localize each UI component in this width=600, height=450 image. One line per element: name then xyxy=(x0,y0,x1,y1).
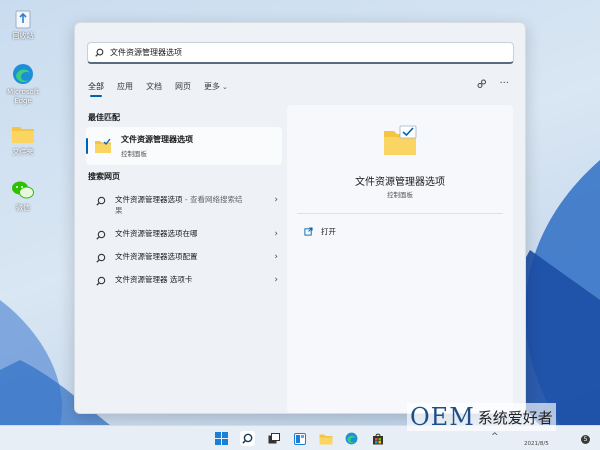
task-view-button[interactable] xyxy=(266,431,281,446)
tab-all[interactable]: 全部 xyxy=(88,81,104,97)
chevron-right-icon: › xyxy=(274,195,278,205)
edge-icon xyxy=(345,432,358,445)
open-button[interactable]: 打开 xyxy=(304,226,336,237)
desktop-icon-label: 文件夹 xyxy=(12,148,34,156)
best-match-item[interactable]: 文件资源管理器选项 控制面板 xyxy=(86,127,282,165)
web-result-item[interactable]: 文件资源管理器选项配置 › xyxy=(88,251,278,263)
tab-apps[interactable]: 应用 xyxy=(117,81,133,97)
best-match-title: 文件资源管理器选项 xyxy=(121,135,193,144)
chevron-right-icon: › xyxy=(274,275,278,285)
tray-date[interactable]: 2021/8/5 xyxy=(524,441,549,447)
detail-pane: 文件资源管理器选项 控制面板 打开 xyxy=(287,105,513,413)
web-result-item[interactable]: 文件资源管理器选项 - 查看网络搜索结果 › xyxy=(88,194,278,216)
best-match-subtitle: 控制面板 xyxy=(121,150,147,158)
notification-badge[interactable]: 5 xyxy=(581,435,590,444)
file-explorer-button[interactable] xyxy=(318,431,333,446)
search-icon xyxy=(96,276,106,286)
chevron-right-icon: › xyxy=(274,229,278,239)
tab-web[interactable]: 网页 xyxy=(175,81,191,97)
desktop-icon-recycle-bin[interactable]: 回收站 xyxy=(4,6,42,41)
desktop-icon-folder[interactable]: 文件夹 xyxy=(4,122,42,157)
tray-overflow-icon[interactable]: ^ xyxy=(491,432,499,442)
more-options-icon[interactable]: ··· xyxy=(499,79,509,89)
detail-title: 文件资源管理器选项 xyxy=(355,177,445,188)
wechat-icon xyxy=(10,178,36,202)
store-button[interactable] xyxy=(370,431,385,446)
detail-subtitle: 控制面板 xyxy=(387,191,413,199)
windows-logo-icon xyxy=(215,432,228,445)
search-icon xyxy=(96,196,106,206)
web-result-text: 文件资源管理器选项 xyxy=(115,195,183,204)
search-icon xyxy=(96,230,106,240)
divider xyxy=(297,213,503,214)
search-icon xyxy=(242,433,253,444)
web-result-text: 文件资源管理器选项在哪 xyxy=(115,229,198,238)
edge-button[interactable] xyxy=(344,431,359,446)
filter-tabs: 全部 应用 文档 网页 更多 ⌄ xyxy=(88,81,228,97)
account-switch-icon[interactable] xyxy=(477,79,487,89)
watermark-text: 系统爱好者 xyxy=(477,408,553,427)
desktop-icon-label: 微信 xyxy=(16,204,30,212)
task-view-icon xyxy=(268,433,280,444)
folder-icon xyxy=(319,434,332,444)
start-button[interactable] xyxy=(214,431,229,446)
web-result-item[interactable]: 文件资源管理器 选项卡 › xyxy=(88,274,278,286)
watermark: OEM 系统爱好者 xyxy=(407,403,556,431)
desktop-icon-edge[interactable]: Microsoft Edge xyxy=(4,62,42,106)
search-icon xyxy=(96,253,106,263)
edge-icon xyxy=(10,62,36,86)
watermark-brand: OEM xyxy=(410,403,475,431)
folder-icon xyxy=(10,122,36,146)
folder-options-icon xyxy=(384,125,417,155)
taskbar-search-button[interactable] xyxy=(240,431,255,446)
desktop-icon-wechat[interactable]: 微信 xyxy=(4,178,42,213)
tab-more-label: 更多 xyxy=(204,82,220,91)
search-input[interactable]: 文件资源管理器选项 xyxy=(87,42,514,64)
search-query: 文件资源管理器选项 xyxy=(110,48,182,57)
recycle-bin-icon xyxy=(10,6,36,30)
desktop-icon-label: Microsoft Edge xyxy=(7,88,39,105)
web-result-text: 文件资源管理器选项配置 xyxy=(115,252,198,261)
widgets-button[interactable] xyxy=(292,431,307,446)
tab-more[interactable]: 更多 ⌄ xyxy=(204,81,228,97)
web-result-item[interactable]: 文件资源管理器选项在哪 › xyxy=(88,228,278,240)
desktop-icon-label: 回收站 xyxy=(12,32,34,40)
web-search-heading: 搜索网页 xyxy=(88,172,120,181)
web-result-text: 文件资源管理器 选项卡 xyxy=(115,275,193,284)
chevron-down-icon: ⌄ xyxy=(222,83,228,91)
chevron-right-icon: › xyxy=(274,252,278,262)
search-icon xyxy=(95,48,104,57)
open-label: 打开 xyxy=(321,227,336,236)
folder-options-icon xyxy=(95,138,111,153)
store-icon xyxy=(372,433,383,444)
start-menu: 文件资源管理器选项 全部 应用 文档 网页 更多 ⌄ ··· 最佳匹配 文件资源管… xyxy=(74,22,526,414)
tab-documents[interactable]: 文档 xyxy=(146,81,162,97)
open-icon xyxy=(304,227,313,236)
best-match-heading: 最佳匹配 xyxy=(88,113,120,122)
search-options: ··· xyxy=(477,79,509,89)
widgets-icon xyxy=(293,432,306,445)
